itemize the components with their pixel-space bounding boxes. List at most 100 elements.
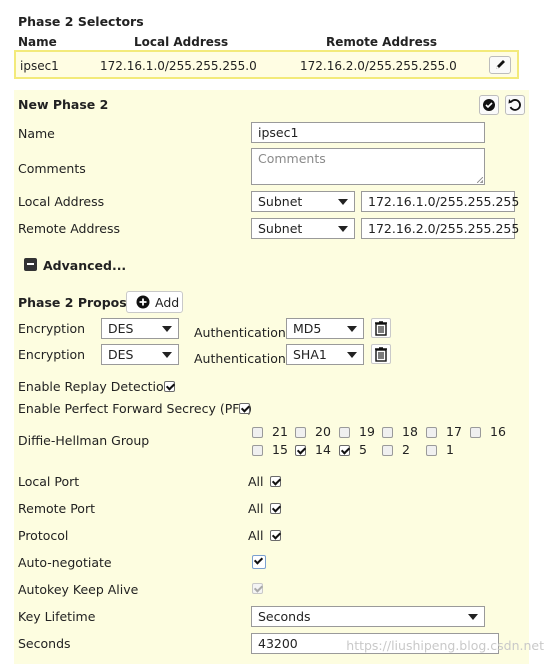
row-local: 172.16.1.0/255.255.255.0 [100, 59, 257, 73]
pfs-label: Enable Perfect Forward Secrecy (PFS) [18, 401, 253, 416]
protocol-all: All [248, 528, 264, 543]
dh-21-checkbox[interactable] [252, 427, 263, 438]
trash-icon [375, 321, 387, 336]
dh-2-label: 2 [402, 442, 410, 457]
replay-detection-label: Enable Replay Detection [18, 379, 172, 394]
remote-port-label: Remote Port [18, 501, 95, 516]
undo-icon [508, 99, 521, 111]
collapse-icon[interactable] [24, 258, 37, 271]
caret-down-icon [162, 326, 172, 332]
encryption-value: DES [108, 321, 134, 336]
name-label: Name [18, 126, 55, 141]
encryption-value: DES [108, 347, 134, 362]
comments-textarea[interactable]: Comments [251, 148, 485, 185]
row-name: ipsec1 [20, 59, 59, 73]
remote-address-label: Remote Address [18, 221, 120, 236]
dh-17-checkbox[interactable] [426, 427, 437, 438]
dh-20-label: 20 [315, 424, 331, 439]
remote-address-type-select[interactable]: Subnet [251, 218, 355, 239]
row-remote: 172.16.2.0/255.255.255.0 [300, 59, 457, 73]
dh-5-label: 5 [359, 442, 367, 457]
dh-15-checkbox[interactable] [252, 445, 263, 456]
key-lifetime-label: Key Lifetime [18, 609, 96, 624]
dh-group-label: Diffie-Hellman Group [18, 433, 150, 448]
keep-alive-label: Autokey Keep Alive [18, 582, 139, 597]
local-port-all-checkbox[interactable] [270, 476, 281, 487]
protocol-label: Protocol [18, 528, 69, 543]
caret-down-icon [162, 352, 172, 358]
undo-button[interactable] [505, 95, 525, 115]
selectors-title: Phase 2 Selectors [18, 14, 144, 29]
dh-1-label: 1 [446, 442, 454, 457]
name-input[interactable]: ipsec1 [251, 122, 485, 143]
dh-16-label: 16 [490, 424, 506, 439]
seconds-label: Seconds [18, 636, 71, 651]
dh-14-checkbox[interactable] [295, 445, 306, 456]
dh-2-checkbox[interactable] [382, 445, 393, 456]
advanced-toggle[interactable]: Advanced... [43, 258, 126, 273]
local-type-value: Subnet [258, 194, 303, 209]
dh-17-label: 17 [446, 424, 462, 439]
dh-18-label: 18 [402, 424, 418, 439]
protocol-all-checkbox[interactable] [270, 530, 281, 541]
new-phase2-panel: New Phase 2 Name ipsec1 Comments Comment… [14, 90, 529, 664]
authentication-value: SHA1 [293, 347, 327, 362]
col-local-header: Local Address [134, 35, 229, 49]
authentication-label: Authentication [194, 325, 286, 340]
col-remote-header: Remote Address [326, 35, 437, 49]
add-proposal-button[interactable]: Add [126, 291, 183, 313]
edit-button[interactable] [489, 56, 511, 74]
remote-port-all-checkbox[interactable] [270, 503, 281, 514]
dh-14-label: 14 [315, 442, 331, 457]
caret-down-icon [468, 614, 478, 620]
local-address-input[interactable]: 172.16.1.0/255.255.255 [361, 191, 519, 212]
selector-row[interactable]: ipsec1 172.16.1.0/255.255.255.0 172.16.2… [14, 50, 519, 79]
remote-address-input[interactable]: 172.16.2.0/255.255.255 [361, 218, 519, 239]
comments-label: Comments [18, 161, 86, 176]
key-lifetime-select[interactable]: Seconds [251, 606, 485, 627]
remote-port-all: All [248, 501, 264, 516]
remote-type-value: Subnet [258, 221, 303, 236]
delete-proposal-button[interactable] [371, 318, 391, 338]
dh-21-label: 21 [272, 424, 288, 439]
authentication-value: MD5 [293, 321, 322, 336]
pencil-icon [496, 60, 505, 69]
proposal-title: Phase 2 Proposal [18, 295, 140, 310]
confirm-button[interactable] [479, 95, 499, 115]
encryption-select[interactable]: DES [101, 344, 179, 365]
dh-15-label: 15 [272, 442, 288, 457]
dh-16-checkbox[interactable] [470, 427, 481, 438]
caret-down-icon [347, 352, 357, 358]
authentication-label: Authentication [194, 351, 286, 366]
add-label: Add [155, 295, 180, 310]
caret-down-icon [338, 226, 348, 232]
key-lifetime-value: Seconds [258, 609, 311, 624]
pfs-checkbox[interactable] [239, 403, 250, 414]
dh-19-checkbox[interactable] [339, 427, 350, 438]
check-circle-icon [483, 99, 495, 111]
encryption-select[interactable]: DES [101, 318, 179, 339]
authentication-select[interactable]: SHA1 [286, 344, 364, 365]
dh-19-label: 19 [359, 424, 375, 439]
keep-alive-checkbox [252, 583, 263, 594]
new-phase2-title: New Phase 2 [18, 97, 109, 112]
resize-grip-icon[interactable] [477, 177, 483, 183]
local-address-label: Local Address [18, 194, 105, 209]
caret-down-icon [347, 326, 357, 332]
plus-circle-icon [136, 295, 150, 309]
trash-icon [375, 347, 387, 362]
dh-5-checkbox[interactable] [339, 445, 350, 456]
authentication-select[interactable]: MD5 [286, 318, 364, 339]
auto-negotiate-checkbox[interactable] [252, 555, 266, 569]
local-address-type-select[interactable]: Subnet [251, 191, 355, 212]
dh-18-checkbox[interactable] [382, 427, 393, 438]
caret-down-icon [338, 199, 348, 205]
dh-20-checkbox[interactable] [295, 427, 306, 438]
local-port-all: All [248, 474, 264, 489]
col-name-header: Name [18, 35, 57, 49]
encryption-label: Encryption [18, 347, 86, 362]
local-port-label: Local Port [18, 474, 80, 489]
delete-proposal-button[interactable] [371, 344, 391, 364]
replay-detection-checkbox[interactable] [164, 381, 175, 392]
dh-1-checkbox[interactable] [426, 445, 437, 456]
